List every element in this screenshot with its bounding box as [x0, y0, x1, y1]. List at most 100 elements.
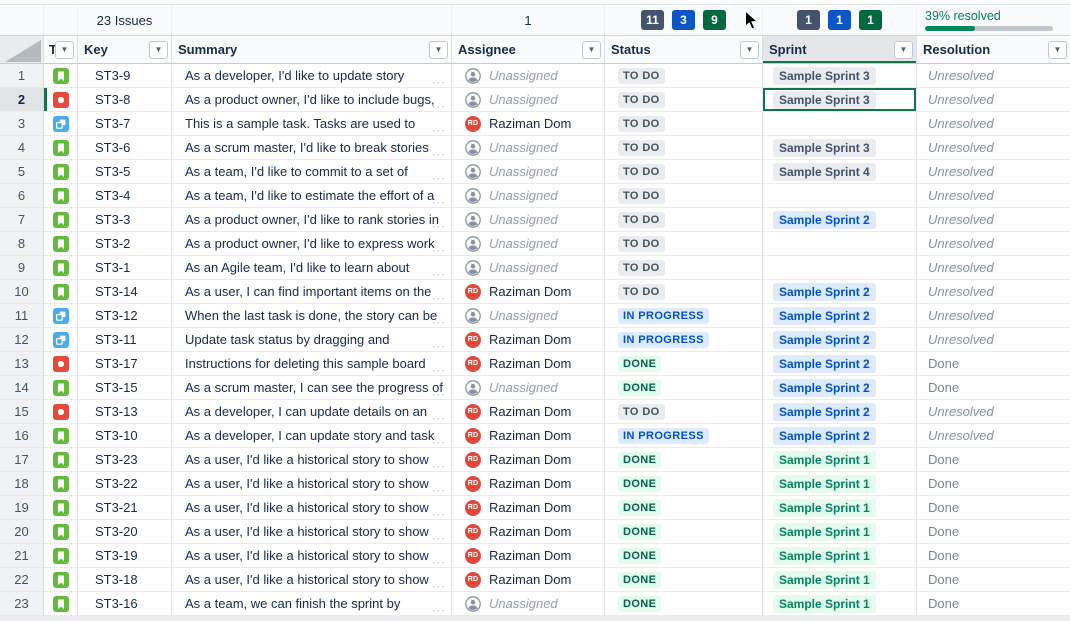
issue-summary-cell[interactable]: As a scrum master, I can see the progres…: [172, 376, 452, 400]
issue-summary-cell[interactable]: As a user, I'd like a historical story t…: [172, 448, 452, 472]
issue-type-cell[interactable]: [44, 520, 78, 544]
issue-type-cell[interactable]: [44, 544, 78, 568]
header-cell-status[interactable]: Status ▼: [605, 36, 763, 64]
sprint-cell[interactable]: Sample Sprint 4: [763, 160, 917, 184]
status-cell[interactable]: DONE: [605, 472, 763, 496]
row-number[interactable]: 10: [0, 280, 44, 304]
status-cell[interactable]: DONE: [605, 544, 763, 568]
header-cell-sprint[interactable]: Sprint ▼: [763, 36, 917, 64]
resolution-cell[interactable]: Unresolved: [917, 232, 1070, 256]
row-number[interactable]: 1: [0, 64, 44, 88]
assignee-cell[interactable]: Unassigned: [452, 304, 605, 328]
issue-summary-cell[interactable]: As a scrum master, I'd like to break sto…: [172, 136, 452, 160]
issue-summary-cell[interactable]: As a developer, I can update story and t…: [172, 424, 452, 448]
assignee-cell[interactable]: RDRaziman Dom: [452, 400, 605, 424]
resolution-cell[interactable]: Done: [917, 376, 1070, 400]
sprint-cell[interactable]: Sample Sprint 1: [763, 544, 917, 568]
issue-type-cell[interactable]: [44, 280, 78, 304]
issue-summary-cell[interactable]: Update task status by dragging and ···: [172, 328, 452, 352]
issue-summary-cell[interactable]: As a product owner, I'd like to include …: [172, 88, 452, 112]
assignee-filter-dropdown[interactable]: ▼: [582, 41, 601, 59]
assignee-cell[interactable]: Unassigned: [452, 592, 605, 616]
assignee-cell[interactable]: Unassigned: [452, 136, 605, 160]
resolution-cell[interactable]: Done: [917, 496, 1070, 520]
issue-type-cell[interactable]: [44, 568, 78, 592]
issue-summary-cell[interactable]: When the last task is done, the story ca…: [172, 304, 452, 328]
issue-summary-cell[interactable]: As a developer, I'd like to update story…: [172, 64, 452, 88]
sprint-cell[interactable]: Sample Sprint 2: [763, 208, 917, 232]
sprint-cell[interactable]: Sample Sprint 2: [763, 424, 917, 448]
issue-type-cell[interactable]: [44, 160, 78, 184]
sprint-cell[interactable]: Sample Sprint 3: [763, 88, 917, 112]
status-cell[interactable]: DONE: [605, 376, 763, 400]
issue-key-cell[interactable]: ST3-20: [78, 520, 172, 544]
row-number[interactable]: 14: [0, 376, 44, 400]
issue-key-cell[interactable]: ST3-2: [78, 232, 172, 256]
issue-key-cell[interactable]: ST3-18: [78, 568, 172, 592]
status-cell[interactable]: TO DO: [605, 136, 763, 160]
resolution-cell[interactable]: Done: [917, 448, 1070, 472]
row-number[interactable]: 21: [0, 544, 44, 568]
status-cell[interactable]: DONE: [605, 568, 763, 592]
issue-type-cell[interactable]: [44, 472, 78, 496]
issue-key-cell[interactable]: ST3-8: [78, 88, 172, 112]
status-cell[interactable]: TO DO: [605, 64, 763, 88]
row-number[interactable]: 17: [0, 448, 44, 472]
resolution-cell[interactable]: Unresolved: [917, 208, 1070, 232]
resolution-cell[interactable]: Done: [917, 592, 1070, 616]
assignee-cell[interactable]: RDRaziman Dom: [452, 424, 605, 448]
row-number[interactable]: 5: [0, 160, 44, 184]
issue-type-cell[interactable]: [44, 64, 78, 88]
status-cell[interactable]: DONE: [605, 352, 763, 376]
sprint-cell[interactable]: Sample Sprint 1: [763, 520, 917, 544]
assignee-cell[interactable]: RDRaziman Dom: [452, 496, 605, 520]
status-cell[interactable]: DONE: [605, 496, 763, 520]
row-number[interactable]: 7: [0, 208, 44, 232]
issue-key-cell[interactable]: ST3-4: [78, 184, 172, 208]
sprint-cell[interactable]: Sample Sprint 2: [763, 376, 917, 400]
issue-type-cell[interactable]: [44, 232, 78, 256]
issue-type-cell[interactable]: [44, 352, 78, 376]
sprint-cell[interactable]: Sample Sprint 2: [763, 328, 917, 352]
assignee-cell[interactable]: Unassigned: [452, 184, 605, 208]
issue-summary-cell[interactable]: As a team, we can finish the sprint by ·…: [172, 592, 452, 616]
issue-summary-cell[interactable]: As a user, I'd like a historical story t…: [172, 544, 452, 568]
assignee-cell[interactable]: Unassigned: [452, 88, 605, 112]
status-cell[interactable]: TO DO: [605, 184, 763, 208]
resolution-cell[interactable]: Unresolved: [917, 112, 1070, 136]
sprint-cell[interactable]: Sample Sprint 2: [763, 352, 917, 376]
issue-summary-cell[interactable]: As a product owner, I'd like to express …: [172, 232, 452, 256]
status-cell[interactable]: IN PROGRESS: [605, 304, 763, 328]
issue-key-cell[interactable]: ST3-12: [78, 304, 172, 328]
issue-type-cell[interactable]: [44, 448, 78, 472]
sprint-cell[interactable]: [763, 112, 917, 136]
resolution-cell[interactable]: Done: [917, 472, 1070, 496]
row-number[interactable]: 8: [0, 232, 44, 256]
issue-key-cell[interactable]: ST3-7: [78, 112, 172, 136]
assignee-cell[interactable]: RDRaziman Dom: [452, 448, 605, 472]
resolution-cell[interactable]: Unresolved: [917, 256, 1070, 280]
issue-summary-cell[interactable]: As a user, I'd like a historical story t…: [172, 520, 452, 544]
header-cell-type[interactable]: T ▼: [44, 36, 78, 64]
issue-summary-cell[interactable]: As a developer, I can update details on …: [172, 400, 452, 424]
status-cell[interactable]: DONE: [605, 592, 763, 616]
resolution-cell[interactable]: Done: [917, 520, 1070, 544]
issue-summary-cell[interactable]: As an Agile team, I'd like to learn abou…: [172, 256, 452, 280]
assignee-cell[interactable]: RDRaziman Dom: [452, 112, 605, 136]
status-cell[interactable]: DONE: [605, 520, 763, 544]
issue-type-cell[interactable]: [44, 424, 78, 448]
row-number[interactable]: 18: [0, 472, 44, 496]
issue-key-cell[interactable]: ST3-1: [78, 256, 172, 280]
assignee-cell[interactable]: Unassigned: [452, 160, 605, 184]
issue-summary-cell[interactable]: This is a sample task. Tasks are used to…: [172, 112, 452, 136]
issue-key-cell[interactable]: ST3-14: [78, 280, 172, 304]
status-filter-dropdown[interactable]: ▼: [740, 41, 759, 59]
issue-summary-cell[interactable]: As a user, I'd like a historical story t…: [172, 472, 452, 496]
select-all-corner[interactable]: [0, 36, 44, 64]
sprint-cell[interactable]: Sample Sprint 2: [763, 400, 917, 424]
resolution-cell[interactable]: Unresolved: [917, 136, 1070, 160]
issue-key-cell[interactable]: ST3-3: [78, 208, 172, 232]
sprint-cell[interactable]: Sample Sprint 1: [763, 496, 917, 520]
issue-key-cell[interactable]: ST3-15: [78, 376, 172, 400]
issue-key-cell[interactable]: ST3-10: [78, 424, 172, 448]
